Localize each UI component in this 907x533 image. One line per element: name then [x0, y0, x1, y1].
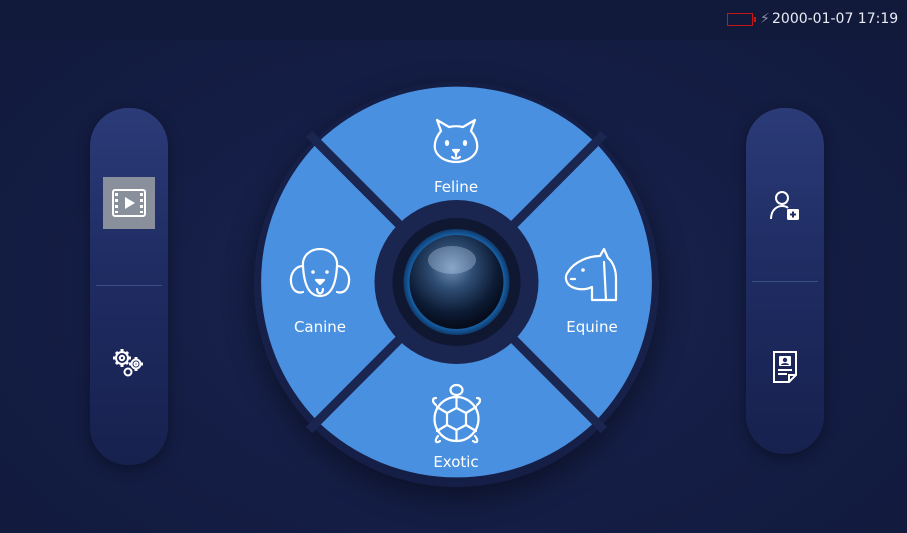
main-screen: ⚡ 2000-01-07 17:19 Feline Equine Exotic … — [0, 0, 907, 533]
segment-label-equine: Equine — [566, 318, 618, 336]
lens-highlight — [428, 246, 476, 274]
center-lens-button[interactable] — [403, 229, 510, 335]
segment-label-feline: Feline — [433, 178, 479, 196]
segment-label-canine: Canine — [293, 318, 347, 336]
segment-label-exotic: Exotic — [433, 453, 479, 471]
